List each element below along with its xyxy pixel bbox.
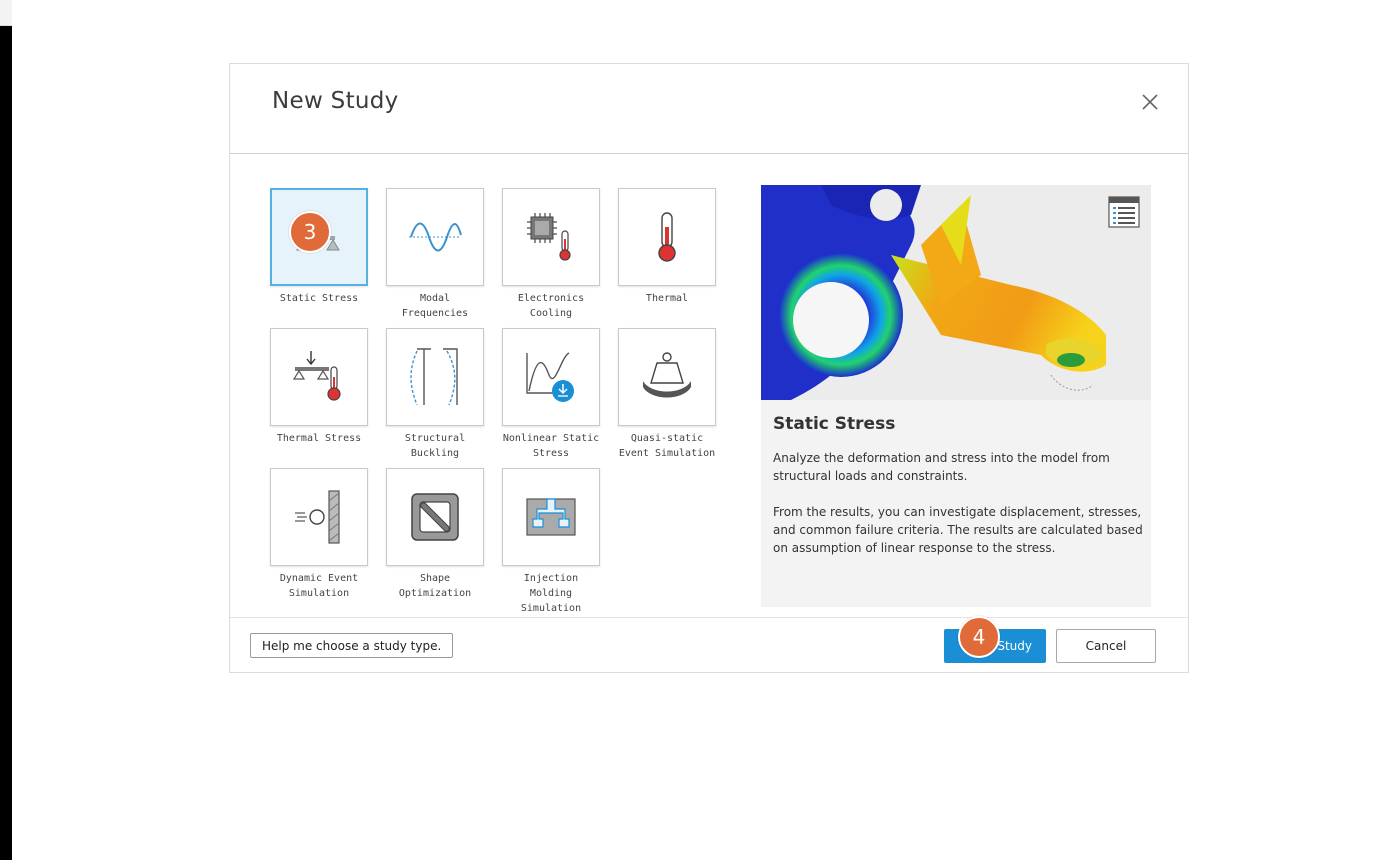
step-badge-3: 3 (289, 211, 331, 253)
study-type-electronics-cooling[interactable]: Electronics Cooling (502, 188, 600, 321)
study-type-modal-frequencies[interactable]: Modal Frequencies (386, 188, 484, 321)
tile-box (386, 328, 484, 426)
tile-box (270, 468, 368, 566)
tile-label: Thermal Stress (276, 433, 362, 444)
preview-description-1: Analyze the deformation and stress into … (773, 451, 1110, 483)
new-study-dialog: New Study Static Stress Modal Frequencie… (229, 63, 1189, 673)
preview-description-2: From the results, you can investigate di… (773, 505, 1143, 555)
tile-label: Static Stress (279, 293, 359, 304)
chip-thermometer-icon (527, 213, 571, 261)
study-type-dynamic-event[interactable]: Dynamic Event Simulation (270, 468, 368, 601)
preview-image (761, 185, 1151, 400)
tile-box (270, 328, 368, 426)
close-button[interactable] (1138, 90, 1162, 114)
help-choose-study-button[interactable]: Help me choose a study type. (250, 633, 454, 658)
study-type-nonlinear-static-stress[interactable]: Nonlinear Static Stress (502, 328, 600, 461)
study-type-thermal[interactable]: Thermal (618, 188, 716, 306)
impact-icon (295, 490, 340, 544)
sine-wave-icon (409, 222, 462, 252)
tile-label: Nonlinear Static Stress (502, 433, 600, 459)
thermal-stress-icon (292, 351, 341, 401)
study-type-shape-optimization[interactable]: Shape Optimization (386, 468, 484, 601)
cancel-button[interactable]: Cancel (1056, 629, 1156, 663)
tile-box (502, 188, 600, 286)
preview-title: Static Stress (773, 414, 896, 434)
tile-box (386, 188, 484, 286)
close-icon (1142, 94, 1158, 110)
study-type-structural-buckling[interactable]: Structural Buckling (386, 328, 484, 461)
dialog-title: New Study (272, 88, 399, 114)
tile-box (618, 188, 716, 286)
nonlinear-curve-icon (526, 352, 574, 402)
shape-optimization-icon (411, 493, 459, 541)
study-type-thermal-stress[interactable]: Thermal Stress (270, 328, 368, 446)
tile-label: Quasi-static Event Simulation (618, 433, 716, 459)
tile-label: Structural Buckling (404, 433, 466, 459)
tile-box (386, 468, 484, 566)
tile-box (502, 468, 600, 566)
weight-icon (643, 352, 691, 398)
list-view-icon[interactable] (1108, 196, 1140, 228)
tile-label: Modal Frequencies (401, 293, 469, 319)
mold-icon (526, 498, 576, 536)
thermometer-icon (658, 212, 676, 262)
preview-description: Analyze the deformation and stress into … (773, 449, 1143, 557)
tile-label: Thermal (645, 293, 689, 304)
study-preview-panel: Static Stress Analyze the deformation an… (761, 185, 1151, 607)
step-badge-4: 4 (958, 616, 1000, 658)
tile-label: Shape Optimization (398, 573, 472, 599)
left-edge-bar (0, 0, 12, 860)
buckling-icon (410, 348, 458, 406)
dialog-footer: Help me choose a study type. Study Cance… (230, 617, 1188, 673)
study-type-quasi-static-event[interactable]: Quasi-static Event Simulation (618, 328, 716, 461)
tile-label: Dynamic Event Simulation (279, 573, 359, 599)
tile-label: Electronics Cooling (517, 293, 585, 319)
tile-label: Injection Molding Simulation (520, 573, 582, 614)
tile-box (502, 328, 600, 426)
study-type-injection-molding[interactable]: Injection Molding Simulation (502, 468, 600, 616)
dialog-header: New Study (230, 64, 1188, 154)
tile-box (618, 328, 716, 426)
stress-result-image (761, 185, 1151, 400)
left-edge-tab (0, 0, 12, 26)
